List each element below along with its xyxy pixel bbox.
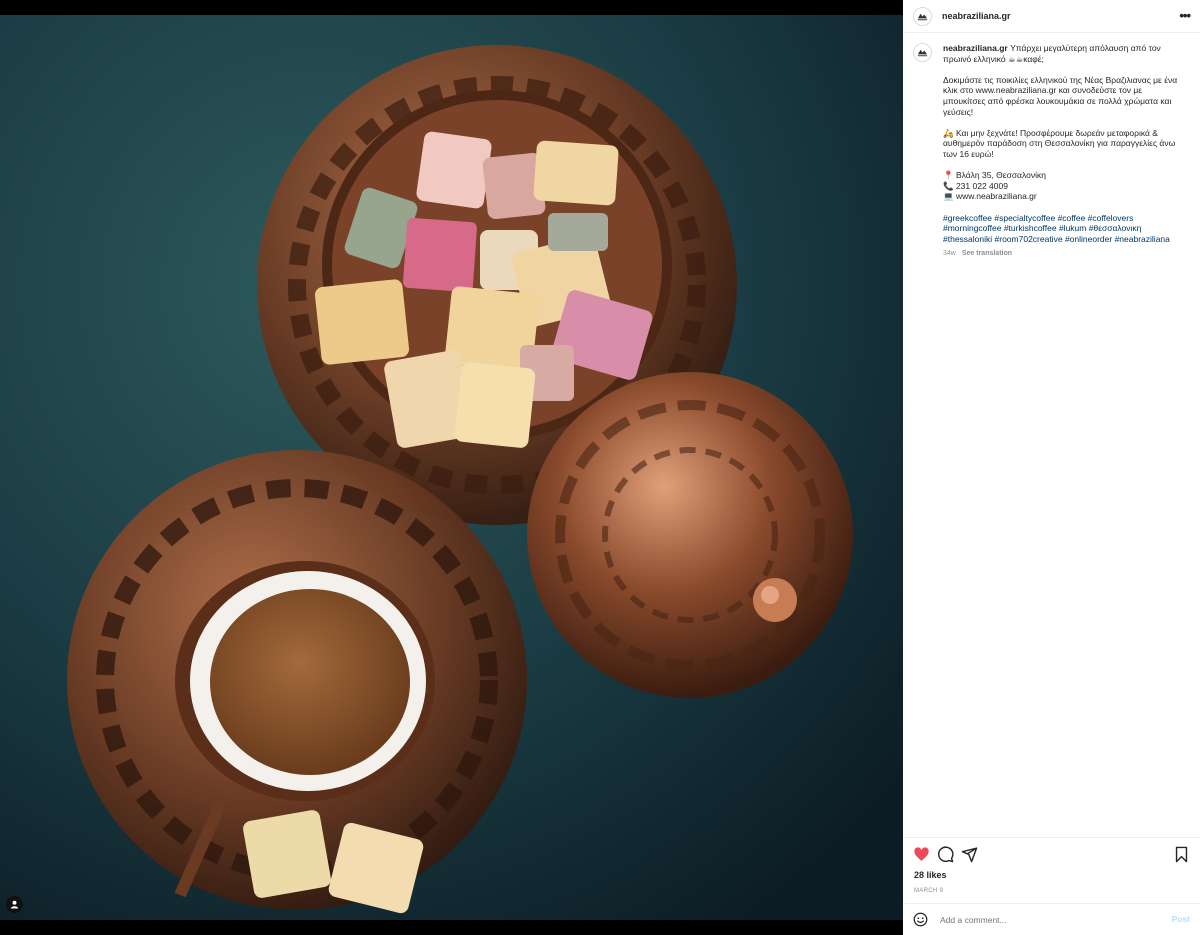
- caption-avatar[interactable]: [913, 43, 932, 62]
- comment-icon[interactable]: [937, 845, 954, 863]
- hashtag-link[interactable]: #morningcoffee: [943, 223, 1001, 233]
- brand-logo-icon: [917, 13, 928, 20]
- see-translation-link[interactable]: See translation: [962, 250, 1012, 257]
- bookmark-icon[interactable]: [1173, 846, 1190, 863]
- likes-count[interactable]: 28 likes: [914, 870, 947, 881]
- hashtag-link[interactable]: #room702creative: [995, 234, 1063, 244]
- caption-paragraph: Δοκιμάστε τις ποικιλίες ελληνικού της Νέ…: [943, 74, 1178, 117]
- post-image: [0, 15, 903, 920]
- hashtag-link[interactable]: #turkishcoffee: [1004, 223, 1057, 233]
- caption-area: neabraziliana.gr Υπάρχει μεγαλύτερη απόλ…: [903, 33, 1200, 259]
- caption-paragraph: 🛵 Και μην ξεχνάτε! Προσφέρουμε δωρεάν με…: [943, 127, 1176, 159]
- emoji-icon[interactable]: [913, 912, 928, 927]
- post-age[interactable]: 34w: [943, 250, 956, 257]
- hashtag-link[interactable]: #greekcoffee: [943, 213, 992, 223]
- more-options-button[interactable]: •••: [1179, 9, 1191, 22]
- caption-lead: neabraziliana.gr Υπάρχει μεγαλύτερη απόλ…: [943, 43, 1185, 64]
- comment-input[interactable]: [938, 913, 1172, 926]
- hashtag-link[interactable]: #onlineorder: [1065, 234, 1112, 244]
- header-avatar[interactable]: [913, 6, 932, 26]
- post-date: MARCH 9: [914, 888, 944, 894]
- hashtag-link[interactable]: #coffee: [1058, 213, 1086, 223]
- post-header: neabraziliana.gr •••: [903, 0, 1200, 33]
- post-comment-button[interactable]: Post: [1172, 914, 1190, 925]
- post-photo[interactable]: [0, 15, 903, 920]
- comment-bar: Post: [903, 903, 1200, 935]
- caption-meta: 34w See translation: [943, 249, 1185, 260]
- header-username[interactable]: neabraziliana.gr: [942, 11, 1179, 22]
- share-icon[interactable]: [961, 846, 978, 863]
- post-side-panel: neabraziliana.gr ••• neabraziliana.gr Υπ…: [903, 0, 1200, 935]
- phone-line: 📞 231 022 4009: [943, 180, 1008, 191]
- contact-block: 📍 Βλάλη 35, Θεσσαλονίκη 📞 231 022 4009 💻…: [943, 170, 1185, 202]
- hashtag-link[interactable]: #neabraziliana: [1115, 234, 1170, 244]
- hashtag-link[interactable]: #thessaloniki: [943, 234, 992, 244]
- website-line: 💻 www.neabraziliana.gr: [943, 191, 1037, 202]
- user-tag-icon: [10, 900, 19, 909]
- brand-logo-icon: [917, 49, 928, 57]
- caption-text: neabraziliana.gr Υπάρχει μεγαλύτερη απόλ…: [943, 43, 1185, 259]
- tagged-users-button[interactable]: [6, 896, 23, 913]
- hashtag-link[interactable]: #θεσσαλονικη: [1089, 223, 1142, 233]
- hashtag-link[interactable]: #specialtycoffee: [994, 213, 1055, 223]
- address-line: 📍 Βλάλη 35, Θεσσαλονίκη: [943, 170, 1046, 181]
- hashtag-link[interactable]: #lukum: [1059, 223, 1086, 233]
- heart-filled-icon[interactable]: [913, 846, 930, 863]
- hashtags: #greekcoffee #specialtycoffee #coffee #c…: [943, 213, 1185, 245]
- caption-username[interactable]: neabraziliana.gr: [943, 43, 1008, 53]
- action-bar: [903, 837, 1200, 870]
- hashtag-link[interactable]: #coffelovers: [1088, 213, 1134, 223]
